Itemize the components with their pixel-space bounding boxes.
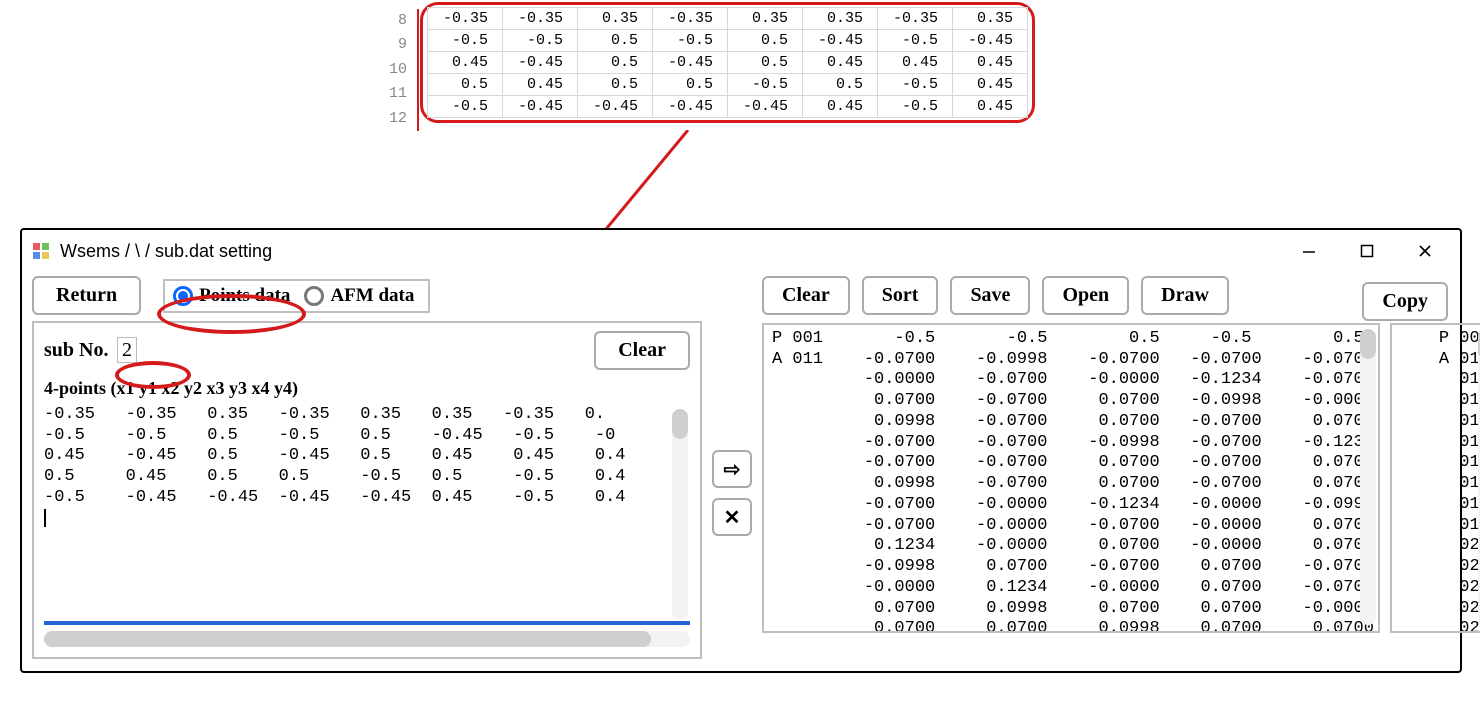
- cell: -0.45: [653, 52, 728, 74]
- app-icon: [32, 242, 50, 260]
- points-scrollbar-horizontal[interactable]: [44, 631, 690, 647]
- output-text-content: P 001 -0.5 -0.5 0.5 -0.5 0.5 A 011 -0.07…: [772, 329, 1374, 633]
- cell: 0.45: [803, 96, 878, 118]
- points-data-label: Points data: [199, 285, 290, 307]
- output-textbox[interactable]: P 001 -0.5 -0.5 0.5 -0.5 0.5 A 011 -0.07…: [762, 323, 1380, 633]
- cell: -0.45: [953, 30, 1028, 52]
- cell: 0.35: [728, 8, 803, 30]
- cell: 0.35: [953, 8, 1028, 30]
- open-button[interactable]: Open: [1042, 276, 1129, 315]
- cell: -0.35: [428, 8, 503, 30]
- afm-data-label: AFM data: [330, 285, 414, 307]
- cell: 0.45: [803, 52, 878, 74]
- maximize-button[interactable]: [1352, 236, 1382, 266]
- save-button[interactable]: Save: [950, 276, 1030, 315]
- sub-no-input[interactable]: 2: [117, 337, 137, 363]
- close-window-button[interactable]: [1410, 236, 1440, 266]
- points-scrollbar-vertical[interactable]: [672, 409, 688, 619]
- output-scrollbar-vertical[interactable]: [1360, 329, 1376, 625]
- index-text-content: P 001 A 011 012 013 014 015 016 017 018 …: [1439, 329, 1480, 633]
- points-text-content: -0.35 -0.35 0.35 -0.35 0.35 0.35 -0.35 0…: [44, 405, 626, 507]
- cell: -0.5: [878, 30, 953, 52]
- titlebar: Wsems / \ / sub.dat setting: [22, 230, 1460, 272]
- clear-button[interactable]: Clear: [762, 276, 850, 315]
- cell: 0.45: [953, 52, 1028, 74]
- afm-data-radio[interactable]: AFM data: [304, 285, 414, 307]
- return-button[interactable]: Return: [32, 276, 141, 315]
- cell: -0.5: [878, 74, 953, 96]
- cell: -0.35: [653, 8, 728, 30]
- app-window: Wsems / \ / sub.dat setting Return Point…: [20, 228, 1462, 673]
- cell: 0.45: [428, 52, 503, 74]
- cell: 0.35: [803, 8, 878, 30]
- four-points-label: 4-points (x1 y1 x2 y2 x3 y3 x4 y4): [44, 378, 690, 399]
- cell: -0.45: [503, 96, 578, 118]
- cell: 0.45: [503, 74, 578, 96]
- cell: -0.45: [803, 30, 878, 52]
- cell: -0.35: [503, 8, 578, 30]
- cell: 0.5: [728, 30, 803, 52]
- minimize-button[interactable]: [1294, 236, 1324, 266]
- remove-button[interactable]: ✕: [712, 498, 752, 536]
- copy-button[interactable]: Copy: [1362, 282, 1448, 321]
- cell: 0.5: [578, 74, 653, 96]
- spreadsheet-excerpt: 89101112 -0.35-0.350.35-0.350.350.35-0.3…: [420, 2, 1035, 123]
- cell: 0.45: [953, 96, 1028, 118]
- points-textarea[interactable]: -0.35 -0.35 0.35 -0.35 0.35 0.35 -0.35 0…: [44, 405, 690, 625]
- points-data-radio[interactable]: Points data: [173, 285, 290, 307]
- cell: -0.45: [653, 96, 728, 118]
- window-title: Wsems / \ / sub.dat setting: [60, 241, 272, 262]
- cell: -0.45: [503, 52, 578, 74]
- cell: -0.45: [578, 96, 653, 118]
- cell: 0.5: [803, 74, 878, 96]
- index-textbox[interactable]: P 001 A 011 012 013 014 015 016 017 018 …: [1390, 323, 1480, 633]
- sub-no-label: sub No.: [44, 339, 108, 361]
- cell: 0.5: [578, 30, 653, 52]
- cell: 0.5: [728, 52, 803, 74]
- transfer-right-button[interactable]: ⇨: [712, 450, 752, 488]
- cell: -0.5: [428, 30, 503, 52]
- cell: -0.5: [428, 96, 503, 118]
- clear-points-button[interactable]: Clear: [594, 331, 690, 370]
- cell: -0.5: [653, 30, 728, 52]
- draw-button[interactable]: Draw: [1141, 276, 1229, 315]
- cell: -0.5: [878, 96, 953, 118]
- cell: -0.45: [728, 96, 803, 118]
- cell: 0.5: [578, 52, 653, 74]
- cell: -0.5: [728, 74, 803, 96]
- points-panel: sub No. 2 Clear 4-points (x1 y1 x2 y2 x3…: [32, 321, 702, 659]
- cell: 0.35: [578, 8, 653, 30]
- cell: 0.5: [428, 74, 503, 96]
- sort-button[interactable]: Sort: [862, 276, 939, 315]
- data-type-radiogroup: Points data AFM data: [163, 279, 430, 313]
- cell: 0.45: [953, 74, 1028, 96]
- cell: -0.35: [878, 8, 953, 30]
- cell: 0.45: [878, 52, 953, 74]
- cell: -0.5: [503, 30, 578, 52]
- cell: 0.5: [653, 74, 728, 96]
